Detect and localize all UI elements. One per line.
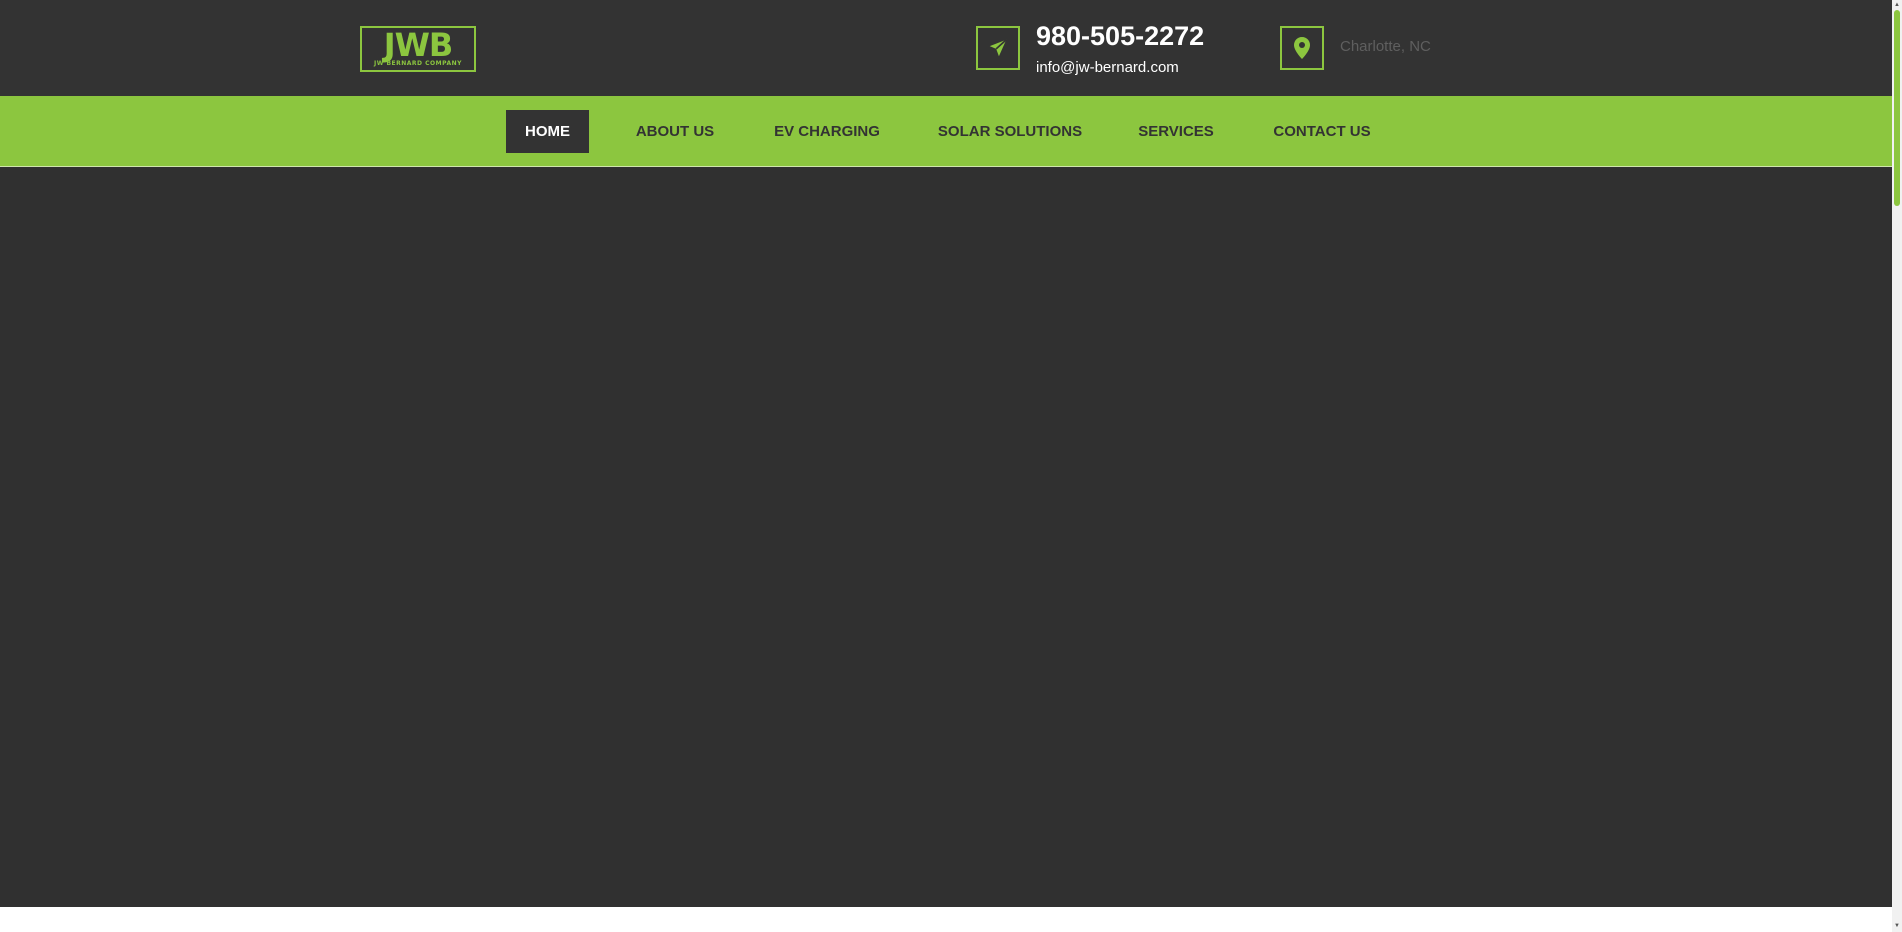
- nav-item-home[interactable]: HOME: [506, 110, 589, 153]
- scroll-up-icon[interactable]: ▲: [1893, 1, 1901, 9]
- nav-item-ev-charging[interactable]: EV CHARGING: [769, 110, 885, 153]
- page: JWB JW BERNARD COMPANY 980-505-2272 info…: [0, 0, 1892, 932]
- scroll-down-icon[interactable]: ▼: [1893, 922, 1901, 930]
- nav-item-services[interactable]: SERVICES: [1134, 110, 1218, 153]
- nav-item-contact-us[interactable]: CONTACT US: [1270, 110, 1374, 153]
- hero-section: [0, 167, 1892, 907]
- scrollbar-thumb[interactable]: [1894, 10, 1900, 206]
- location-text: Charlotte, NC: [1340, 38, 1431, 55]
- main-navigation: HOME ABOUT US EV CHARGING SOLAR SOLUTION…: [0, 96, 1892, 167]
- email-link[interactable]: info@jw-bernard.com: [1036, 59, 1179, 77]
- map-pin-icon: [1294, 37, 1310, 59]
- location-icon-box: [1280, 26, 1324, 70]
- logo-mark: JWB: [383, 26, 454, 64]
- nav-list: HOME ABOUT US EV CHARGING SOLAR SOLUTION…: [0, 96, 1892, 166]
- phone-number[interactable]: 980-505-2272: [1036, 20, 1204, 52]
- nav-item-about-us[interactable]: ABOUT US: [620, 110, 730, 153]
- nav-item-solar-solutions[interactable]: SOLAR SOLUTIONS: [932, 110, 1088, 153]
- site-header: JWB JW BERNARD COMPANY 980-505-2272 info…: [0, 0, 1892, 96]
- contact-send-icon-box: [976, 26, 1020, 70]
- paper-plane-icon: [989, 39, 1007, 57]
- jwb-logo[interactable]: JWB JW BERNARD COMPANY: [360, 26, 476, 72]
